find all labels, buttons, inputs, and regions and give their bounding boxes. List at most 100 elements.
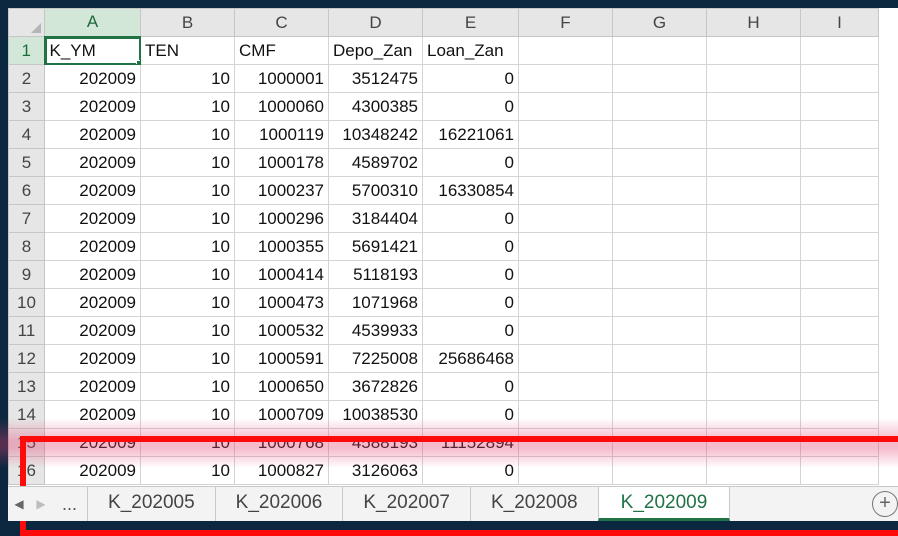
row-header[interactable]: 14 bbox=[8, 400, 45, 429]
cell[interactable] bbox=[612, 232, 707, 261]
cell[interactable]: 0 bbox=[422, 400, 519, 429]
row-header[interactable]: 2 bbox=[8, 64, 45, 93]
cell[interactable]: 3126063 bbox=[328, 456, 423, 485]
cell[interactable]: 10 bbox=[140, 288, 235, 317]
cell[interactable] bbox=[706, 36, 801, 65]
cell[interactable] bbox=[800, 148, 879, 177]
cell[interactable] bbox=[800, 64, 879, 93]
triangle-left-icon[interactable]: ◀ bbox=[8, 497, 30, 511]
cell[interactable] bbox=[800, 260, 879, 289]
cell[interactable] bbox=[518, 176, 613, 205]
cell[interactable]: 1000178 bbox=[234, 148, 329, 177]
cell[interactable] bbox=[518, 456, 613, 485]
cell[interactable]: 202009 bbox=[44, 148, 141, 177]
cell[interactable]: 1000414 bbox=[234, 260, 329, 289]
cell[interactable]: 4588193 bbox=[328, 428, 423, 457]
cell[interactable] bbox=[706, 148, 801, 177]
cell[interactable]: 1000473 bbox=[234, 288, 329, 317]
cell[interactable]: 202009 bbox=[44, 288, 141, 317]
cell[interactable]: 10 bbox=[140, 64, 235, 93]
row-header[interactable]: 15 bbox=[8, 428, 45, 457]
sheet-tab-k_202009[interactable]: K_202009 bbox=[597, 487, 731, 521]
cell[interactable] bbox=[612, 316, 707, 345]
column-header-a[interactable]: A bbox=[44, 8, 141, 38]
cell[interactable] bbox=[612, 64, 707, 93]
cell[interactable] bbox=[706, 428, 801, 457]
cell[interactable] bbox=[706, 176, 801, 205]
cell[interactable] bbox=[518, 232, 613, 261]
row-header[interactable]: 4 bbox=[8, 120, 45, 149]
cell[interactable]: 0 bbox=[422, 148, 519, 177]
cell[interactable] bbox=[518, 204, 613, 233]
cell[interactable]: 1000355 bbox=[234, 232, 329, 261]
cell[interactable]: 10 bbox=[140, 372, 235, 401]
cell[interactable]: 10 bbox=[140, 148, 235, 177]
row-header[interactable]: 11 bbox=[8, 316, 45, 345]
cell[interactable]: 202009 bbox=[44, 372, 141, 401]
cell[interactable] bbox=[800, 288, 879, 317]
sheet-tab-k_202008[interactable]: K_202008 bbox=[469, 487, 598, 521]
cell[interactable] bbox=[518, 428, 613, 457]
column-header-i[interactable]: I bbox=[800, 8, 879, 37]
cell[interactable] bbox=[706, 456, 801, 485]
cell[interactable]: 202009 bbox=[44, 400, 141, 429]
cell[interactable] bbox=[612, 92, 707, 121]
cell[interactable]: 202009 bbox=[44, 344, 141, 373]
cell[interactable] bbox=[706, 372, 801, 401]
cell[interactable] bbox=[706, 232, 801, 261]
cell[interactable] bbox=[518, 92, 613, 121]
cell[interactable] bbox=[706, 92, 801, 121]
cell[interactable] bbox=[612, 344, 707, 373]
cell[interactable]: 3672826 bbox=[328, 372, 423, 401]
cell[interactable]: 10 bbox=[140, 316, 235, 345]
cell[interactable]: 10 bbox=[140, 232, 235, 261]
cell[interactable]: 10348242 bbox=[328, 120, 423, 149]
cell[interactable] bbox=[800, 120, 879, 149]
more-tabs-button[interactable]: ... bbox=[52, 494, 87, 515]
cell[interactable]: 4539933 bbox=[328, 316, 423, 345]
cell[interactable] bbox=[706, 120, 801, 149]
row-header[interactable]: 3 bbox=[8, 92, 45, 121]
column-header-b[interactable]: B bbox=[140, 8, 235, 37]
cell[interactable]: 1000709 bbox=[234, 400, 329, 429]
cell[interactable]: 0 bbox=[422, 92, 519, 121]
cell[interactable] bbox=[518, 120, 613, 149]
column-header-g[interactable]: G bbox=[612, 8, 707, 37]
cell[interactable] bbox=[612, 400, 707, 429]
cell[interactable]: 1000237 bbox=[234, 176, 329, 205]
cell[interactable]: 5691421 bbox=[328, 232, 423, 261]
cell[interactable]: 10 bbox=[140, 344, 235, 373]
cell[interactable]: 11152894 bbox=[422, 428, 519, 457]
cell[interactable]: 4300385 bbox=[328, 92, 423, 121]
cell[interactable] bbox=[518, 36, 613, 65]
row-header[interactable]: 12 bbox=[8, 344, 45, 373]
row-header[interactable]: 7 bbox=[8, 204, 45, 233]
cell[interactable] bbox=[518, 344, 613, 373]
cell[interactable] bbox=[612, 260, 707, 289]
cell[interactable]: TEN bbox=[140, 36, 235, 65]
cell[interactable]: 202009 bbox=[44, 260, 141, 289]
cell[interactable]: Loan_Zan bbox=[422, 36, 519, 65]
column-header-c[interactable]: C bbox=[234, 8, 329, 37]
select-all-button[interactable] bbox=[8, 8, 45, 37]
cell[interactable]: 1071968 bbox=[328, 288, 423, 317]
row-header[interactable]: 9 bbox=[8, 260, 45, 289]
cell[interactable]: 10 bbox=[140, 176, 235, 205]
cell[interactable]: 0 bbox=[422, 288, 519, 317]
cell[interactable]: 202009 bbox=[44, 92, 141, 121]
cell[interactable]: 202009 bbox=[44, 176, 141, 205]
cell[interactable] bbox=[800, 344, 879, 373]
cell[interactable]: 4589702 bbox=[328, 148, 423, 177]
cell[interactable]: Depo_Zan bbox=[328, 36, 423, 65]
cell[interactable]: 0 bbox=[422, 204, 519, 233]
cell[interactable]: 1000532 bbox=[234, 316, 329, 345]
cell[interactable]: 0 bbox=[422, 260, 519, 289]
column-header-f[interactable]: F bbox=[518, 8, 613, 37]
column-header-h[interactable]: H bbox=[706, 8, 801, 37]
cell[interactable]: CMF bbox=[234, 36, 329, 65]
cell[interactable]: 1000827 bbox=[234, 456, 329, 485]
cell[interactable] bbox=[706, 64, 801, 93]
cell[interactable]: 202009 bbox=[44, 456, 141, 485]
cell[interactable] bbox=[518, 288, 613, 317]
cell[interactable]: 202009 bbox=[44, 428, 141, 457]
